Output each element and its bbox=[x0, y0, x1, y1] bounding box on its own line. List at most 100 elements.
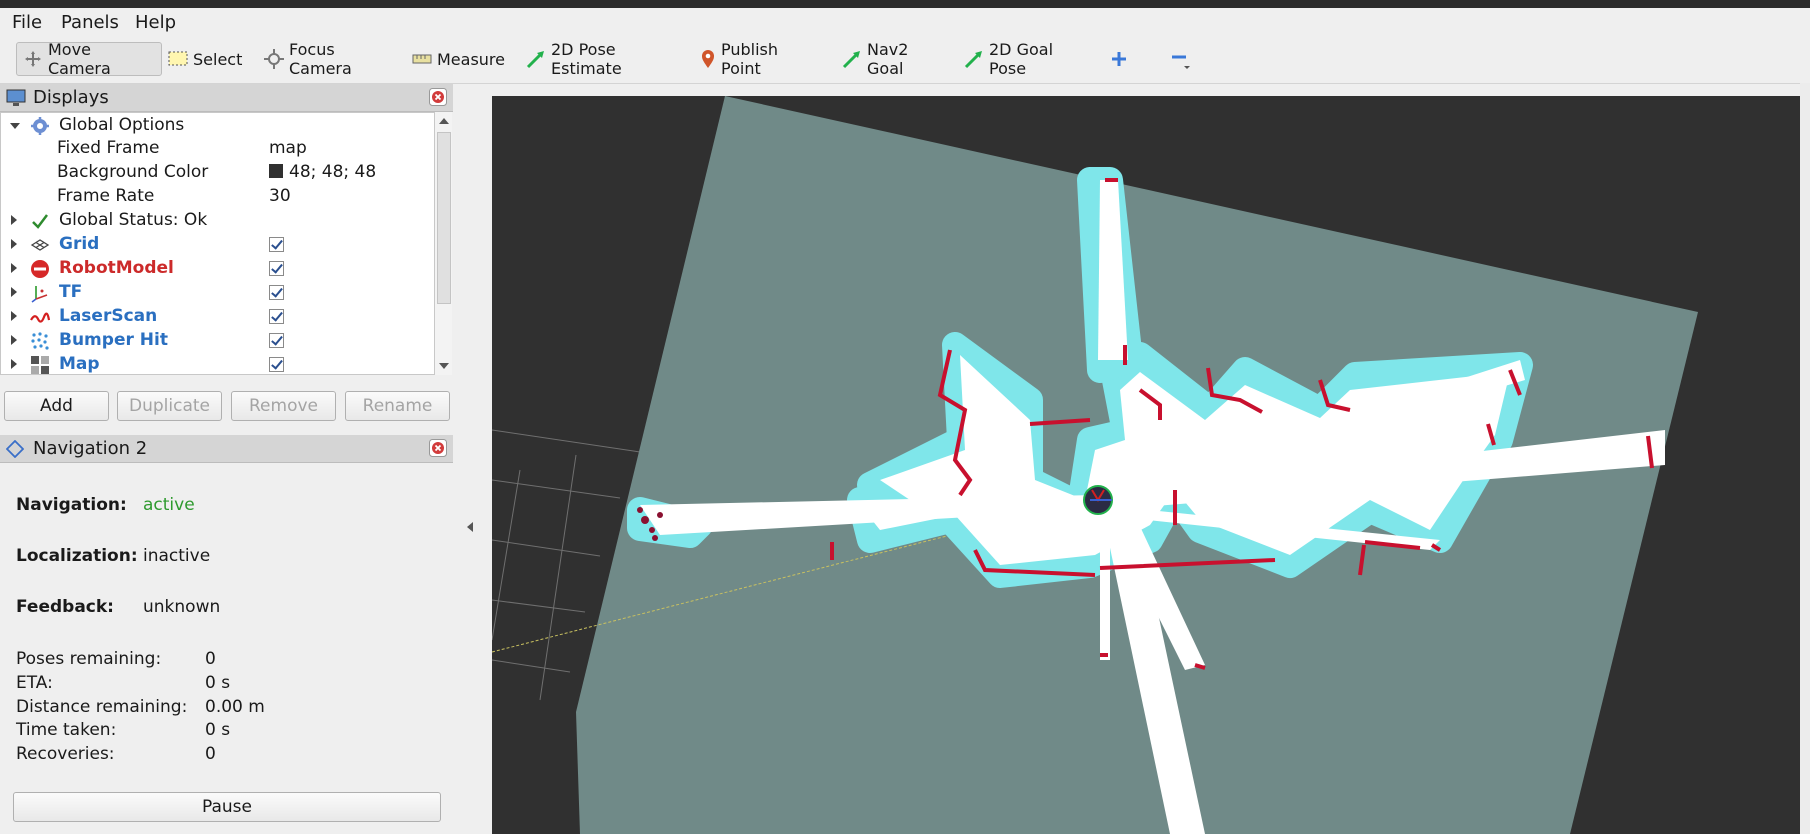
menu-file[interactable]: File bbox=[12, 12, 42, 33]
map-icon bbox=[31, 356, 49, 374]
expand-arrow-icon[interactable] bbox=[11, 335, 17, 345]
fixed-frame-value[interactable]: map bbox=[269, 138, 307, 158]
scroll-down-icon[interactable] bbox=[439, 363, 449, 369]
menu-panels[interactable]: Panels bbox=[61, 12, 119, 33]
focus-camera-label: Focus Camera bbox=[289, 40, 352, 78]
eta-label: ETA: bbox=[16, 673, 53, 693]
focus-camera-icon bbox=[264, 49, 284, 69]
navigation-panel-header: Navigation 2 bbox=[0, 435, 453, 463]
display-item-tf[interactable]: TF bbox=[1, 281, 435, 305]
render-viewport[interactable] bbox=[492, 96, 1800, 834]
feedback-value: unknown bbox=[143, 597, 221, 617]
pose-estimate-icon bbox=[526, 51, 544, 69]
background-color-label: Background Color bbox=[57, 162, 209, 182]
expand-arrow-icon[interactable] bbox=[11, 215, 17, 225]
frame-rate-label: Frame Rate bbox=[57, 186, 155, 206]
add-tool-button[interactable] bbox=[1104, 42, 1132, 76]
remove-tool-button[interactable] bbox=[1164, 42, 1198, 76]
pose-estimate-button[interactable]: 2D Pose Estimate bbox=[520, 40, 680, 78]
select-label: Select bbox=[193, 49, 243, 69]
error-icon bbox=[31, 260, 49, 278]
recoveries-label: Recoveries: bbox=[16, 744, 115, 764]
select-button[interactable]: Select bbox=[162, 42, 258, 76]
eta-value: 0 s bbox=[205, 673, 231, 693]
select-icon bbox=[168, 51, 188, 66]
grid-icon bbox=[30, 239, 50, 251]
grid-checkbox[interactable] bbox=[269, 237, 284, 252]
scroll-thumb[interactable] bbox=[437, 132, 451, 304]
tf-axes-icon bbox=[31, 286, 48, 303]
poses-remaining-label: Poses remaining: bbox=[16, 649, 162, 669]
display-item-laserscan[interactable]: LaserScan bbox=[1, 305, 435, 329]
expand-arrow-icon[interactable] bbox=[11, 239, 17, 249]
bumper-hit-checkbox[interactable] bbox=[269, 333, 284, 348]
pause-button[interactable]: Pause bbox=[13, 792, 441, 822]
laserscan-checkbox[interactable] bbox=[269, 309, 284, 324]
laserscan-label: LaserScan bbox=[59, 306, 158, 326]
display-item-grid[interactable]: Grid bbox=[1, 233, 435, 257]
expand-arrow-icon[interactable] bbox=[11, 359, 17, 369]
pose-estimate-label: 2D Pose Estimate bbox=[551, 40, 622, 78]
map-label: Map bbox=[59, 354, 100, 374]
close-icon[interactable] bbox=[429, 439, 447, 457]
robotmodel-label: RobotModel bbox=[59, 258, 174, 278]
global-options-row[interactable]: Global Options bbox=[1, 114, 435, 138]
frame-rate-row[interactable]: Frame Rate 30 bbox=[1, 185, 435, 209]
nav2-goal-label: Nav2 Goal bbox=[867, 40, 909, 78]
robot-marker bbox=[1083, 485, 1113, 515]
duplicate-button[interactable]: Duplicate bbox=[117, 391, 222, 421]
measure-button[interactable]: Measure bbox=[406, 42, 518, 76]
measure-icon bbox=[412, 54, 432, 64]
expand-arrow-icon[interactable] bbox=[11, 263, 17, 273]
map-checkbox[interactable] bbox=[269, 357, 284, 372]
navigation-status-value: active bbox=[143, 495, 195, 515]
fixed-frame-label: Fixed Frame bbox=[57, 138, 160, 158]
time-taken-label: Time taken: bbox=[16, 720, 117, 740]
scroll-up-icon[interactable] bbox=[439, 118, 449, 124]
displays-title: Displays bbox=[33, 87, 109, 108]
robotmodel-checkbox[interactable] bbox=[269, 261, 284, 276]
localization-status-label: Localization: bbox=[16, 546, 138, 566]
localization-status-value: inactive bbox=[143, 546, 211, 566]
collapse-panel-icon[interactable] bbox=[467, 522, 473, 532]
color-swatch bbox=[269, 164, 283, 178]
display-item-map[interactable]: Map bbox=[1, 353, 435, 374]
displays-panel-header: Displays bbox=[0, 84, 453, 112]
frame-rate-value[interactable]: 30 bbox=[269, 186, 291, 206]
displays-scrollbar[interactable] bbox=[434, 112, 452, 375]
fixed-frame-row[interactable]: Fixed Frame map bbox=[1, 137, 435, 161]
expand-arrow-icon[interactable] bbox=[11, 287, 17, 297]
publish-point-button[interactable]: Publish Point bbox=[694, 40, 818, 78]
goal-pose-label: 2D Goal Pose bbox=[989, 40, 1054, 78]
background-color-row[interactable]: Background Color 48; 48; 48 bbox=[1, 161, 435, 185]
tf-checkbox[interactable] bbox=[269, 285, 284, 300]
move-camera-label: Move Camera bbox=[48, 40, 111, 78]
measure-label: Measure bbox=[437, 49, 505, 69]
add-button[interactable]: Add bbox=[4, 391, 109, 421]
remove-button[interactable]: Remove bbox=[231, 391, 336, 421]
nav2-goal-button[interactable]: Nav2 Goal bbox=[836, 40, 940, 78]
close-icon[interactable] bbox=[429, 88, 447, 106]
publish-point-icon bbox=[702, 50, 714, 68]
menu-help[interactable]: Help bbox=[135, 12, 176, 33]
move-camera-icon bbox=[25, 51, 41, 67]
display-item-robotmodel[interactable]: RobotModel bbox=[1, 257, 435, 281]
background-color-text: 48; 48; 48 bbox=[289, 162, 377, 182]
move-camera-button[interactable]: Move Camera bbox=[16, 40, 162, 78]
global-options-label: Global Options bbox=[59, 115, 185, 135]
window-right-edge bbox=[1800, 83, 1810, 834]
distance-remaining-value: 0.00 m bbox=[205, 697, 265, 717]
collapse-arrow-icon[interactable] bbox=[10, 123, 20, 129]
map-render bbox=[492, 96, 1698, 834]
gear-icon bbox=[31, 117, 49, 135]
display-item-bumper-hit[interactable]: Bumper Hit bbox=[1, 329, 435, 353]
time-taken-value: 0 s bbox=[205, 720, 231, 740]
plus-icon bbox=[1112, 52, 1126, 66]
focus-camera-button[interactable]: Focus Camera bbox=[258, 40, 394, 78]
expand-arrow-icon[interactable] bbox=[11, 311, 17, 321]
global-status-row[interactable]: Global Status: Ok bbox=[1, 209, 435, 233]
background-color-value[interactable]: 48; 48; 48 bbox=[269, 162, 376, 182]
rename-button[interactable]: Rename bbox=[345, 391, 450, 421]
goal-pose-button[interactable]: 2D Goal Pose bbox=[958, 40, 1084, 78]
goal-pose-icon bbox=[964, 51, 982, 69]
